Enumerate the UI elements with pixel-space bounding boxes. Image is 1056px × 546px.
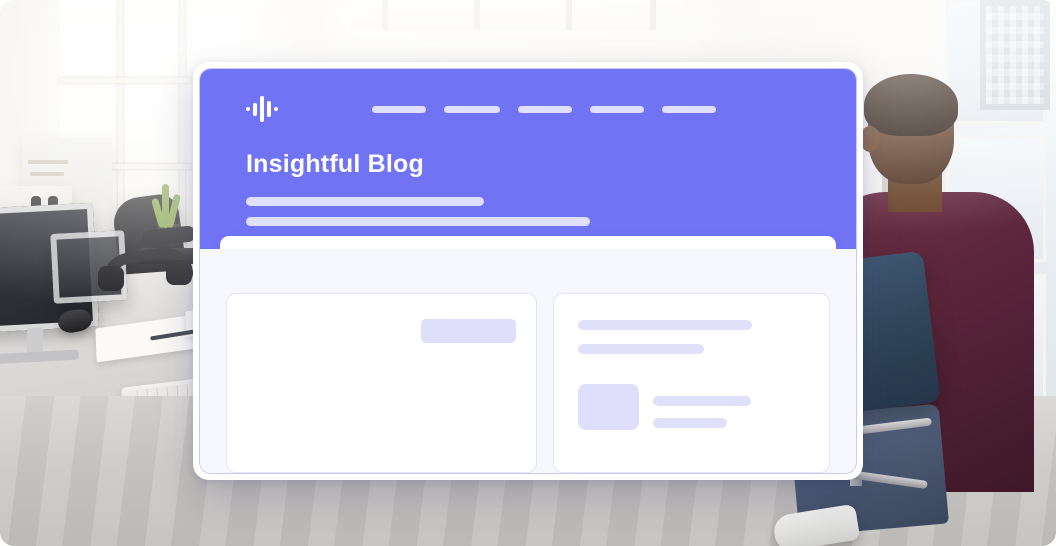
featured-post-card[interactable] (226, 293, 537, 473)
hero-subtitle-line-1 (246, 196, 484, 206)
nav-item-3[interactable] (518, 105, 572, 113)
waveform-bar-5 (274, 107, 278, 111)
post-title-line (653, 396, 751, 406)
primary-navigation (372, 105, 716, 113)
header-top-row (246, 95, 810, 123)
screenshot-stage: Insightful Blog (0, 0, 1056, 546)
mockup-viewport: Insightful Blog (199, 68, 857, 474)
shelf-item-b (30, 172, 64, 176)
waveform-bar-3 (260, 96, 264, 122)
page-title: Insightful Blog (246, 150, 424, 178)
browser-mockup-frame: Insightful Blog (193, 62, 863, 480)
post-meta-line (653, 418, 727, 428)
recent-posts-card[interactable] (553, 293, 830, 473)
nav-item-5[interactable] (662, 105, 716, 113)
headphones (97, 243, 195, 293)
site-header: Insightful Blog (200, 69, 856, 249)
waveform-bar-4 (267, 101, 271, 117)
hero-subtitle-line-2 (246, 216, 590, 226)
post-thumbnail (578, 384, 639, 430)
shelf-item-a (28, 160, 68, 164)
nav-item-4[interactable] (590, 105, 644, 113)
waveform-logo-icon[interactable] (246, 95, 286, 123)
post-meta (653, 384, 751, 428)
content-area (200, 249, 856, 473)
hero-subtitle (246, 196, 810, 226)
nav-item-1[interactable] (372, 105, 426, 113)
list-heading-line-2 (578, 344, 704, 354)
waveform-bar-1 (246, 107, 250, 111)
window-clerestory (350, 0, 680, 30)
list-heading-line-1 (578, 320, 752, 330)
waveform-bar-2 (253, 102, 257, 116)
post-list-item[interactable] (578, 384, 805, 430)
nav-item-2[interactable] (444, 105, 500, 113)
featured-category-tag[interactable] (421, 319, 516, 343)
